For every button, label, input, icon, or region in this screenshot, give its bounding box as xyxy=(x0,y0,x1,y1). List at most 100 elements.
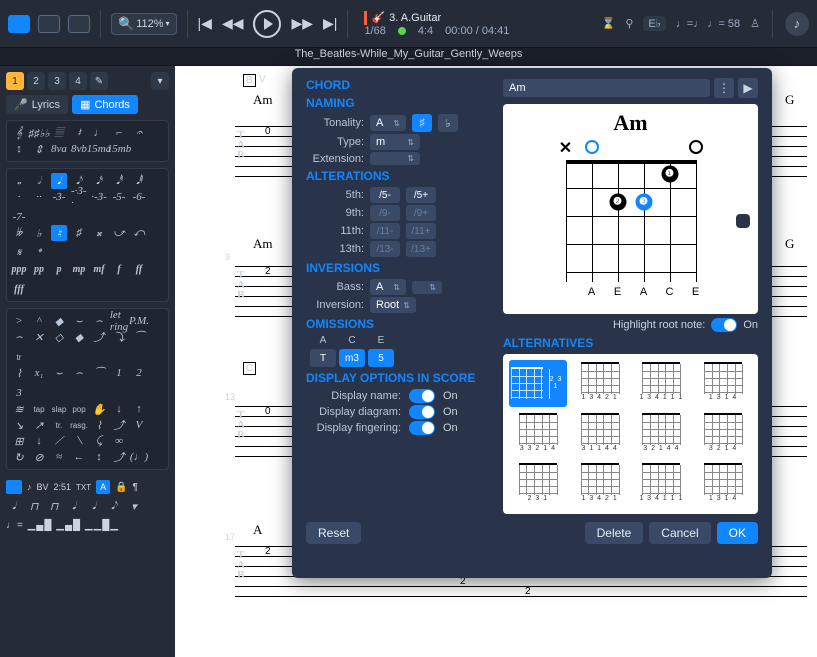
lyrics-tab[interactable]: 🎤Lyrics xyxy=(6,95,68,114)
delete-button[interactable]: Delete xyxy=(585,522,644,544)
palette-item[interactable]: ⌇ xyxy=(11,365,27,381)
forward-button[interactable]: ▶▶ xyxy=(291,15,313,32)
palette-item[interactable]: 𝅘𝅥𝅱 xyxy=(131,173,147,189)
palette-item[interactable]: -3- xyxy=(51,189,67,205)
palette-item[interactable]: ✋ xyxy=(91,401,107,417)
flat-button[interactable]: ♭ xyxy=(438,114,458,132)
chord-name-input[interactable]: Am xyxy=(503,79,710,97)
palette-item[interactable]: ♯ xyxy=(71,225,87,241)
palette-item[interactable]: 15ma xyxy=(91,141,107,157)
palette-item[interactable]: ⤻ xyxy=(111,225,127,241)
palette-item[interactable]: mp xyxy=(71,261,87,277)
palette-item[interactable]: ⌢ xyxy=(71,365,87,381)
key-indicator[interactable]: E♭ xyxy=(643,16,666,31)
ok-button[interactable]: OK xyxy=(717,522,758,544)
palette-item[interactable]: > xyxy=(11,313,27,329)
palette-item[interactable]: let ring xyxy=(111,313,127,329)
palette-item[interactable]: 𝄋 xyxy=(11,245,27,261)
fretboard[interactable]: ✕ ❶ ❷ ❸ A E A C E xyxy=(566,142,696,282)
palette-item[interactable]: ∞ xyxy=(111,433,127,449)
palette-item[interactable]: ⤴ xyxy=(91,329,107,345)
palette-item[interactable]: ♯♯♭♭ xyxy=(31,125,47,141)
palette-item[interactable]: ↗ xyxy=(31,417,47,433)
chord-diagram[interactable]: Am ✕ ❶ ❷ ❸ A E A xyxy=(503,104,758,314)
zoom-control[interactable]: 🔍 112% ▾ xyxy=(111,13,177,35)
sharp-button[interactable]: ♯ xyxy=(412,114,432,132)
palette-item[interactable]: ↻ xyxy=(11,449,27,465)
palette-item[interactable]: ⟋ xyxy=(51,433,67,449)
extension-select[interactable]: ⇅ xyxy=(370,152,420,165)
palette-item[interactable]: f xyxy=(111,261,127,277)
alternative-chord[interactable]: 2 3 1 xyxy=(509,360,567,407)
palette-item[interactable]: ⁀ xyxy=(131,329,147,345)
chord-menu-button[interactable]: ⋮ xyxy=(714,78,734,98)
palette-item[interactable]: ▾ xyxy=(126,498,142,514)
palette-item[interactable]: 1 xyxy=(111,365,127,381)
view-mode-2-button[interactable] xyxy=(38,15,60,33)
palette-item[interactable]: 8va xyxy=(51,141,67,157)
omission-m3-button[interactable]: m3 xyxy=(339,349,365,367)
palette-item[interactable]: ⌢ xyxy=(91,313,107,329)
alternative-chord[interactable]: 3 2 1 4 4 xyxy=(633,411,691,458)
palette-item[interactable]: (♩) xyxy=(131,449,147,465)
display-fingering-toggle[interactable] xyxy=(409,421,435,435)
palette-item[interactable]: 2 xyxy=(131,365,147,381)
palette-item[interactable]: x₁ xyxy=(31,365,47,381)
palette-item[interactable]: ⤹ xyxy=(91,433,107,449)
voice-4-button[interactable]: 4 xyxy=(69,72,87,90)
display-name-toggle[interactable] xyxy=(409,389,435,403)
txt-button[interactable]: TXT xyxy=(76,483,91,492)
palette-item[interactable]: 𝅘𝅥𝅯 xyxy=(91,173,107,189)
palette-item[interactable]: -·3-· xyxy=(71,189,87,205)
palette-item[interactable]: 8vb xyxy=(71,141,87,157)
edit-icon[interactable]: ¶ xyxy=(133,482,138,493)
palette-item[interactable]: ◇ xyxy=(51,329,67,345)
inversion-select[interactable]: Root⇅ xyxy=(370,297,416,313)
palette-item[interactable]: ·· xyxy=(31,189,47,205)
fretboard-view-button[interactable] xyxy=(6,480,22,494)
alt-13-plus[interactable]: /13+ xyxy=(406,241,436,257)
palette-item[interactable]: ⌣ xyxy=(51,365,67,381)
palette-item[interactable]: 𝅗𝅥 xyxy=(31,173,47,189)
tonality-select[interactable]: A⇅ xyxy=(370,115,406,131)
alt-11-minus[interactable]: /11- xyxy=(370,223,400,239)
palette-item[interactable]: 𝄌 xyxy=(31,245,47,261)
type-select[interactable]: m⇅ xyxy=(370,134,420,150)
bass-acc-select[interactable]: ⇅ xyxy=(412,281,442,294)
alternative-chord[interactable]: 1 3 4 2 1 xyxy=(571,461,629,508)
palette-item[interactable]: ⟍ xyxy=(71,433,87,449)
palette-item[interactable]: ↘ xyxy=(11,417,27,433)
alt-5-plus[interactable]: /5+ xyxy=(406,187,436,203)
palette-item[interactable]: pp xyxy=(31,261,47,277)
palette-item[interactable]: V xyxy=(131,417,147,433)
lock-icon[interactable]: 🔒 xyxy=(115,482,127,493)
chords-tab[interactable]: ▦Chords xyxy=(72,95,138,114)
palette-item[interactable]: 𝅘𝅥 xyxy=(51,173,67,189)
palette-item[interactable]: tap xyxy=(31,401,47,417)
palette-item[interactable]: ♩ xyxy=(91,125,107,141)
alternative-chord[interactable]: 2 3 1 xyxy=(509,461,567,508)
palette-item[interactable]: ^ xyxy=(31,313,47,329)
palette-item[interactable]: ↓ xyxy=(111,401,127,417)
palette-item[interactable]: ⁀ xyxy=(91,365,107,381)
palette-item[interactable]: ⤴ xyxy=(111,417,127,433)
palette-item[interactable]: ·-3- xyxy=(91,189,107,205)
palette-item[interactable]: fff xyxy=(11,281,27,297)
palette-item[interactable]: P.M. xyxy=(131,313,147,329)
palette-item[interactable]: ⤴ xyxy=(111,449,127,465)
alt-11-plus[interactable]: /11+ xyxy=(406,223,436,239)
voice-1-button[interactable]: 1 xyxy=(6,72,24,90)
alternative-chord[interactable]: 1 3 4 2 1 xyxy=(571,360,629,407)
alternative-chord[interactable]: 3 1 1 4 4 xyxy=(571,411,629,458)
palette-item[interactable]: ≋ xyxy=(11,401,27,417)
palette-item[interactable]: p xyxy=(51,261,67,277)
palette-item[interactable]: 𝅘𝅥 xyxy=(66,498,82,514)
fret-dot[interactable]: ❷ xyxy=(609,194,626,211)
alternative-chord[interactable]: 3 2 1 4 xyxy=(694,411,752,458)
palette-item[interactable]: ↕ xyxy=(11,141,27,157)
edit-voice-button[interactable]: ✎ xyxy=(90,72,108,90)
palette-item[interactable]: ♭ xyxy=(31,225,47,241)
palette-item[interactable]: 15mb xyxy=(111,141,127,157)
palette-item[interactable]: 𝅘𝅥𝅰 xyxy=(111,173,127,189)
alt-13-minus[interactable]: /13- xyxy=(370,241,400,257)
